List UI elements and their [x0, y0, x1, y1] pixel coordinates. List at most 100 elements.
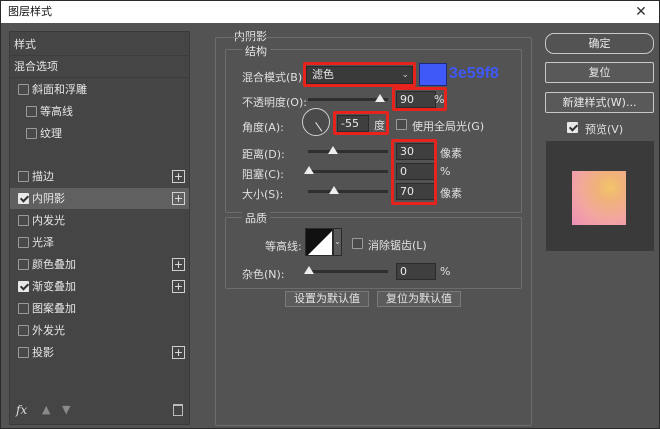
style-item-4[interactable]: 纹理	[10, 123, 189, 144]
angle-unit: 度	[374, 119, 385, 132]
add-effect-icon[interactable]: +	[172, 280, 185, 293]
styles-footer: fx ▲ ▼	[10, 400, 189, 424]
preview-checkbox[interactable]	[567, 122, 578, 133]
style-item-label: 描边	[32, 170, 54, 183]
style-item-checkbox[interactable]	[18, 193, 29, 204]
style-item-checkbox[interactable]	[18, 303, 29, 314]
chevron-down-icon: ⌄	[334, 237, 341, 246]
distance-label: 距离(D):	[242, 148, 285, 161]
add-effect-icon[interactable]: +	[172, 192, 185, 205]
global-light-label: 使用全局光(G)	[412, 120, 485, 133]
quality-title: 品质	[242, 210, 270, 226]
move-up-icon[interactable]: ▲	[42, 403, 50, 416]
noise-slider-thumb[interactable]	[304, 266, 314, 274]
layer-style-dialog: 图层样式 ✕ 样式混合选项斜面和浮雕等高线纹理描边 + 内阴影 + 内发光光泽颜色叠加 +…	[0, 0, 660, 429]
style-item-9[interactable]: 颜色叠加 +	[10, 254, 189, 275]
style-item-2[interactable]: 斜面和浮雕	[10, 79, 189, 100]
angle-dial-needle	[315, 122, 323, 132]
style-item-label: 图案叠加	[32, 302, 76, 315]
size-slider[interactable]	[308, 190, 388, 193]
style-item-label: 纹理	[40, 127, 62, 140]
choke-unit: %	[440, 165, 451, 178]
style-item-label: 渐变叠加	[32, 280, 76, 293]
reset-default-button[interactable]: 复位为默认值	[377, 291, 461, 307]
style-item-checkbox[interactable]	[18, 84, 29, 95]
blend-mode-label: 混合模式(B):	[242, 71, 306, 84]
style-item-checkbox[interactable]	[18, 171, 29, 182]
chevron-down-icon: ⌄	[401, 70, 409, 80]
size-label: 大小(S):	[242, 188, 284, 201]
style-item-checkbox[interactable]	[26, 128, 37, 139]
opacity-label: 不透明度(O):	[242, 96, 307, 109]
style-item-10[interactable]: 渐变叠加 +	[10, 276, 189, 297]
add-effect-icon[interactable]: +	[172, 258, 185, 271]
style-item-11[interactable]: 图案叠加	[10, 298, 189, 319]
contour-label: 等高线:	[265, 240, 302, 253]
distance-slider-thumb[interactable]	[328, 146, 338, 154]
distance-unit: 像素	[440, 147, 462, 160]
add-effect-icon[interactable]: +	[172, 346, 185, 359]
style-item-label: 等高线	[40, 105, 73, 118]
contour-preview[interactable]	[305, 228, 333, 256]
opacity-slider-thumb[interactable]	[375, 94, 385, 102]
style-item-checkbox[interactable]	[26, 106, 37, 117]
style-item-checkbox[interactable]	[18, 259, 29, 270]
style-item-checkbox[interactable]	[18, 347, 29, 358]
structure-title: 结构	[242, 43, 270, 59]
color-annotation: 3e59f8	[449, 65, 499, 82]
style-item-13[interactable]: 投影 +	[10, 342, 189, 363]
blend-mode-select[interactable]: 滤色 ⌄	[306, 66, 413, 84]
angle-input[interactable]: -55	[337, 115, 369, 132]
style-item-5[interactable]: 描边 +	[10, 166, 189, 187]
style-item-3[interactable]: 等高线	[10, 101, 189, 122]
noise-input[interactable]: 0	[396, 263, 436, 280]
style-preview-swatch	[572, 171, 626, 225]
style-item-label: 光泽	[32, 236, 54, 249]
noise-slider[interactable]	[308, 270, 388, 273]
add-effect-icon[interactable]: +	[172, 170, 185, 183]
angle-dial[interactable]	[302, 108, 330, 136]
distance-slider[interactable]	[308, 150, 388, 153]
blend-mode-value: 滤色	[312, 68, 334, 81]
style-item-6[interactable]: 内阴影 +	[10, 188, 189, 209]
ok-button[interactable]: 确定	[545, 33, 654, 54]
style-item-7[interactable]: 内发光	[10, 210, 189, 231]
choke-input[interactable]: 0	[396, 163, 436, 180]
style-item-0[interactable]: 样式	[10, 34, 189, 55]
new-style-button[interactable]: 新建样式(W)...	[545, 92, 654, 113]
opacity-input[interactable]: 90	[396, 91, 436, 108]
style-item-label: 内阴影	[32, 192, 65, 205]
global-light-checkbox[interactable]	[396, 119, 407, 130]
style-item-1[interactable]: 混合选项	[10, 56, 189, 77]
shadow-color-swatch[interactable]	[419, 63, 447, 86]
window-title: 图层样式	[8, 5, 52, 18]
size-input[interactable]: 70	[396, 183, 436, 200]
style-item-label: 颜色叠加	[32, 258, 76, 271]
style-item-checkbox[interactable]	[18, 325, 29, 336]
reset-button[interactable]: 复位	[545, 62, 654, 83]
anti-alias-checkbox[interactable]	[352, 238, 363, 249]
preview-label: 预览(V)	[585, 123, 624, 136]
style-item-checkbox[interactable]	[18, 215, 29, 226]
trash-icon[interactable]	[173, 404, 183, 416]
separator	[10, 77, 189, 78]
style-item-label: 内发光	[32, 214, 65, 227]
distance-input[interactable]: 30	[396, 143, 436, 160]
angle-label: 角度(A):	[242, 121, 284, 134]
style-item-12[interactable]: 外发光	[10, 320, 189, 341]
choke-slider[interactable]	[308, 170, 388, 173]
close-icon[interactable]: ✕	[633, 1, 649, 23]
style-item-label: 投影	[32, 346, 54, 359]
style-item-label: 混合选项	[14, 60, 58, 73]
choke-slider-thumb[interactable]	[304, 166, 314, 174]
move-down-icon[interactable]: ▼	[62, 403, 70, 416]
style-item-8[interactable]: 光泽	[10, 232, 189, 253]
set-default-button[interactable]: 设置为默认值	[285, 291, 369, 307]
style-item-checkbox[interactable]	[18, 281, 29, 292]
style-item-checkbox[interactable]	[18, 237, 29, 248]
noise-label: 杂色(N):	[242, 268, 285, 281]
opacity-unit: %	[434, 93, 445, 106]
fx-icon[interactable]: fx	[16, 403, 27, 417]
size-slider-thumb[interactable]	[329, 186, 339, 194]
contour-dropdown[interactable]: ⌄	[333, 228, 342, 256]
